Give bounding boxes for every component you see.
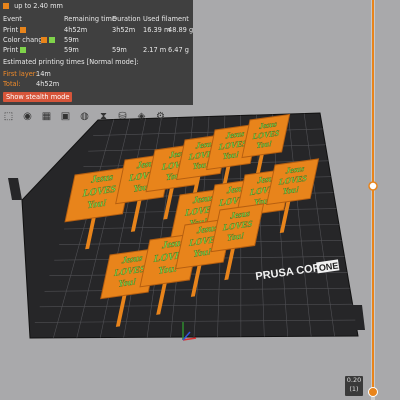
print-stats-panel: up to 2.40 mm Event Remaining time Durat… — [0, 0, 193, 105]
layers-icon[interactable]: ◉ — [21, 110, 34, 123]
height-range-text: up to 2.40 mm — [14, 2, 63, 10]
col-filament: Used filament — [143, 15, 189, 23]
extruder-icon[interactable]: ⛁ — [116, 110, 129, 123]
grid-icon[interactable]: ▦ — [40, 110, 53, 123]
color-swatch — [41, 37, 47, 43]
layer-slider[interactable] — [366, 0, 380, 400]
view-toolbar: ⬚ ◉ ▦ ▣ ◍ ⧗ ⛁ ◈ ⚙ — [2, 110, 192, 124]
col-remaining: Remaining time — [64, 15, 117, 23]
used-length: 2.17 m — [143, 46, 167, 54]
color-swatches — [18, 46, 26, 54]
remaining-time: 59m — [64, 46, 79, 54]
used-length: 16.39 m — [143, 26, 171, 34]
slider-height-value: 0.20 — [346, 376, 362, 384]
cube-icon[interactable]: ◈ — [135, 110, 148, 123]
settings-icon[interactable]: ⚙ — [154, 110, 167, 123]
first-layer-label: First layer: — [3, 70, 38, 78]
slider-top-handle[interactable] — [368, 181, 378, 191]
hourglass-icon[interactable]: ⧗ — [97, 110, 110, 123]
event-label: Print — [3, 46, 19, 54]
used-weight: 48.89 g — [168, 26, 194, 34]
estimate-title: Estimated printing times [Normal mode]: — [3, 58, 139, 66]
objects-icon[interactable]: ▣ — [59, 110, 72, 123]
remaining-time: 59m — [64, 36, 79, 44]
palette-icon[interactable]: ◍ — [78, 110, 91, 123]
used-weight: 6.47 g — [168, 46, 189, 54]
slider-layer-value: (1) — [349, 385, 359, 393]
slider-bottom-handle[interactable] — [368, 387, 378, 397]
event-label: Print — [3, 26, 19, 34]
color-swatch — [20, 27, 26, 33]
duration: 59m — [112, 46, 127, 54]
col-event: Event — [3, 15, 22, 23]
slider-value-label: 0.20 (1) — [345, 376, 363, 396]
duration: 3h52m — [112, 26, 136, 34]
perspective-icon[interactable]: ⬚ — [2, 110, 15, 123]
show-stealth-mode-button[interactable]: Show stealth mode — [3, 92, 73, 102]
total-label: Total: — [3, 80, 21, 88]
first-layer-value: 14m — [36, 70, 51, 78]
color-swatch — [20, 47, 26, 53]
color-swatch — [49, 37, 55, 43]
total-value: 4h52m — [36, 80, 60, 88]
color-swatches — [18, 26, 26, 34]
layer-color-swatch — [3, 3, 9, 9]
remaining-time: 4h52m — [64, 26, 88, 34]
col-duration: Duration — [112, 15, 141, 23]
color-swatches — [39, 36, 55, 44]
